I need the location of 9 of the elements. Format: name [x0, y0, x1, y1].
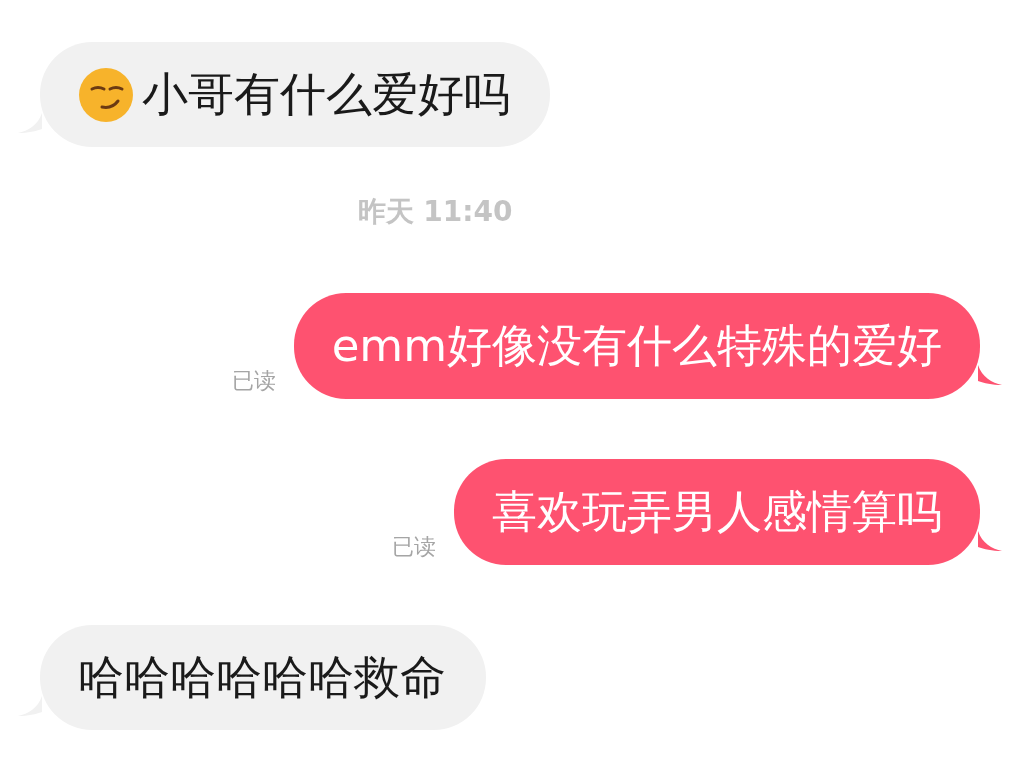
bubble-tail	[978, 531, 1002, 551]
message-text: 小哥有什么爱好吗	[142, 66, 510, 123]
read-receipt: 已读	[231, 367, 276, 395]
bubble-tail	[978, 365, 1002, 385]
message-text: 喜欢玩弄男人感情算吗	[492, 484, 942, 541]
message-text: 哈哈哈哈哈哈救命	[78, 649, 446, 706]
read-receipt: 已读	[392, 533, 436, 561]
message-text: emm好像没有什么特殊的爱好	[331, 318, 942, 375]
timestamp: 昨天 11:40	[357, 194, 513, 230]
